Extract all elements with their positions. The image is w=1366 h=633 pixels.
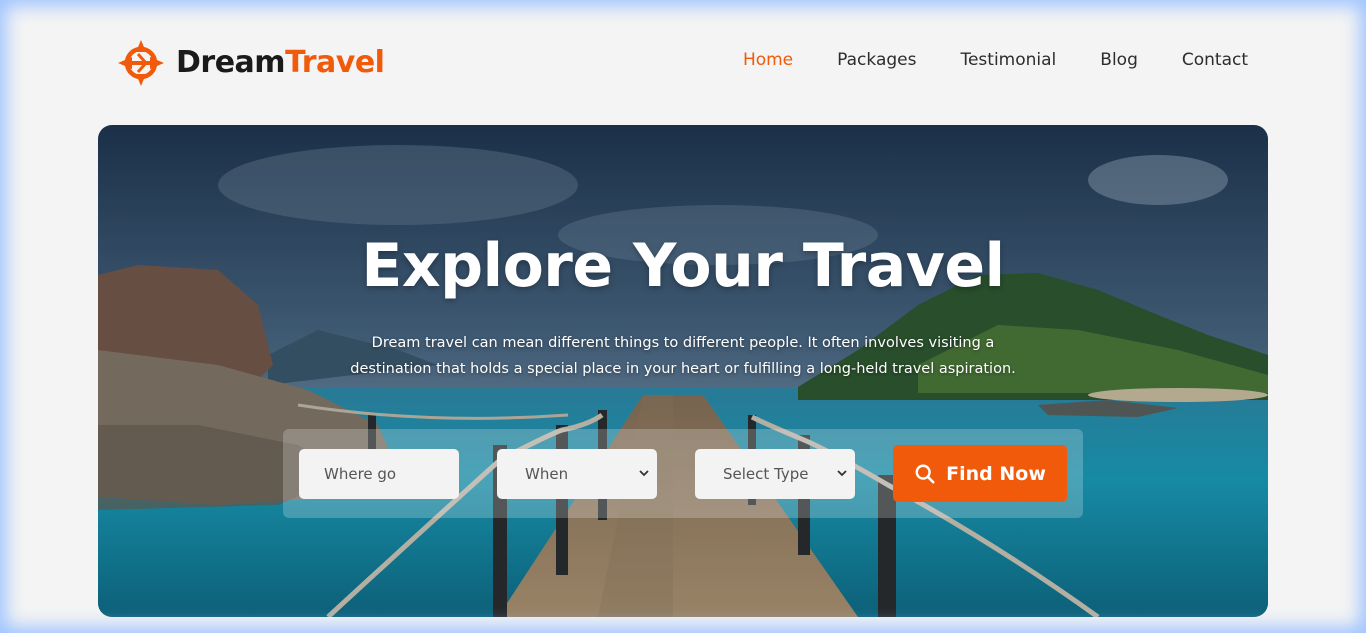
find-now-button[interactable]: Find Now [893, 445, 1067, 502]
chevron-down-icon [639, 470, 649, 477]
hero-title: Explore Your Travel [361, 231, 1005, 301]
main-nav: Home Packages Testimonial Blog Contact [743, 50, 1248, 70]
nav-blog[interactable]: Blog [1100, 50, 1138, 70]
when-select[interactable]: When [497, 449, 657, 499]
type-select[interactable]: Select Type [695, 449, 855, 499]
brand-name-part2: Travel [285, 45, 385, 80]
nav-testimonial[interactable]: Testimonial [960, 50, 1056, 70]
nav-packages[interactable]: Packages [837, 50, 916, 70]
brand-logo[interactable]: DreamTravel [116, 40, 385, 86]
nav-contact[interactable]: Contact [1182, 50, 1248, 70]
site-header: DreamTravel Home Packages Testimonial Bl… [0, 0, 1366, 125]
when-select-value: When [525, 465, 569, 483]
search-icon [915, 464, 935, 484]
nav-home[interactable]: Home [743, 50, 793, 70]
search-panel: When Select Type Find Now [283, 429, 1083, 518]
compass-plane-icon [118, 40, 164, 86]
chevron-down-icon [837, 470, 847, 477]
where-go-input[interactable] [299, 449, 459, 499]
hero-description: Dream travel can mean different things t… [350, 335, 1016, 377]
brand-name: DreamTravel [176, 40, 385, 86]
type-select-value: Select Type [723, 465, 809, 483]
hero-banner: Explore Your Travel Dream travel can mea… [98, 125, 1268, 617]
brand-name-part1: Dream [176, 45, 286, 80]
find-now-label: Find Now [946, 462, 1046, 485]
